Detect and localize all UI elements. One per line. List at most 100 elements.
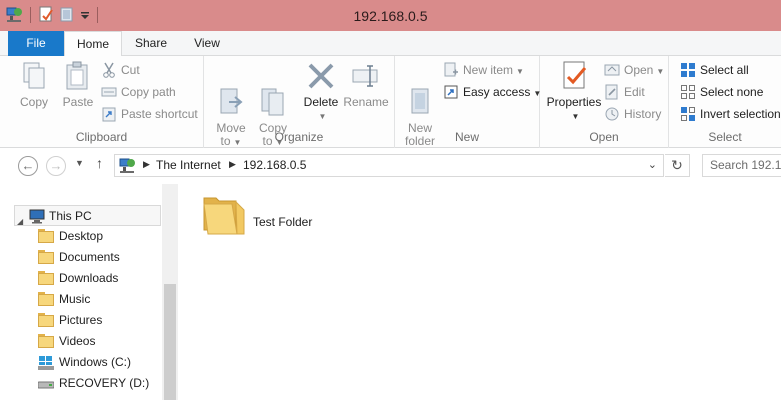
search-input[interactable]: Search 192.168.0.5 [702, 154, 781, 177]
tab-file[interactable]: File [8, 31, 64, 56]
ribbon-tabs: File Home Share View [0, 31, 781, 57]
nav-item-label: Downloads [59, 271, 119, 285]
cut-button[interactable]: Cut [101, 60, 140, 80]
copy-label: Copy [19, 95, 48, 109]
downloads-icon [38, 271, 54, 286]
history-label: History [624, 107, 662, 121]
title-bar: 192.168.0.5 [0, 0, 781, 31]
open-label: Open [624, 63, 654, 77]
videos-icon [38, 334, 54, 349]
windows-drive-icon [38, 355, 54, 370]
rename-button[interactable]: Rename [342, 60, 390, 109]
paste-icon [62, 60, 94, 92]
folder-icon [200, 190, 248, 238]
new-item-button[interactable]: New item ▼ [443, 60, 524, 80]
invert-selection-label: Invert selection [700, 107, 781, 121]
nav-item-label: Music [59, 292, 91, 306]
recent-locations-button[interactable]: ▼ [75, 158, 84, 168]
easy-access-icon [443, 84, 459, 100]
drive-icon [37, 376, 55, 391]
open-group-label: Open [589, 130, 619, 144]
folder-icon [38, 229, 54, 244]
new-folder-icon [404, 73, 436, 114]
properties-label: Properties [546, 95, 602, 109]
copy-button[interactable]: Copy [14, 60, 54, 109]
nav-item-label: Desktop [59, 229, 104, 243]
select-all-button[interactable]: Select all [680, 60, 749, 80]
tab-view[interactable]: View [181, 31, 233, 56]
file-list: Test Folder [180, 184, 781, 400]
delete-label: Delete [303, 95, 339, 109]
rename-icon [350, 60, 382, 92]
nav-pane-scrollbar-thumb[interactable] [164, 284, 176, 400]
copy-icon [18, 60, 50, 92]
easy-access-label: Easy access [463, 85, 531, 99]
computer-icon [29, 209, 45, 224]
open-icon [604, 62, 620, 78]
move-to-icon [215, 73, 247, 114]
tab-home[interactable]: Home [64, 31, 122, 57]
properties-button[interactable]: Properties ▼ [543, 60, 605, 123]
select-group: Select all Select none Invert selection … [669, 56, 781, 148]
expand-arrow-icon[interactable]: ◢ [17, 211, 23, 232]
scissors-icon [101, 62, 117, 78]
rename-label: Rename [343, 95, 389, 109]
window-title: 192.168.0.5 [353, 8, 428, 24]
edit-button[interactable]: Edit [604, 82, 645, 102]
breadcrumb-separator-icon[interactable]: ▶ [229, 159, 236, 170]
address-bar[interactable]: ▶ The Internet ▶ 192.168.0.5 ⌄ [114, 154, 664, 177]
clipboard-group-label: Clipboard [75, 130, 128, 144]
properties-icon [558, 60, 590, 92]
paste-button[interactable]: Paste [58, 60, 98, 109]
breadcrumb-separator-icon[interactable]: ▶ [143, 159, 150, 170]
invert-selection-icon [680, 106, 696, 122]
select-group-label: Select [708, 130, 742, 144]
copy-to-icon [257, 73, 289, 116]
clipboard-group: Copy Paste Cut Copy path Paste shortcut … [0, 56, 204, 148]
breadcrumb-current[interactable]: 192.168.0.5 [243, 158, 306, 172]
chevron-down-icon: ▼ [75, 158, 84, 168]
open-button[interactable]: Open ▼ [604, 60, 664, 80]
nav-item-this-pc[interactable]: ◢ This PC [14, 205, 161, 226]
nav-item-label: Pictures [59, 313, 103, 327]
pictures-icon [38, 313, 54, 328]
forward-button[interactable]: → [46, 156, 66, 176]
delete-button[interactable]: Delete ▼ [300, 60, 342, 123]
easy-access-button[interactable]: Easy access ▼ [443, 82, 541, 102]
up-button[interactable]: ↑ [96, 155, 103, 171]
copy-path-icon [101, 84, 117, 100]
history-button[interactable]: History [604, 104, 661, 124]
forward-arrow-icon: → [49, 158, 63, 173]
paste-shortcut-icon [101, 106, 117, 122]
select-none-label: Select none [700, 85, 764, 99]
nav-item-label: Videos [59, 334, 96, 348]
refresh-icon: ↻ [671, 157, 683, 173]
new-item-label: New item [463, 63, 514, 77]
select-all-label: Select all [700, 63, 749, 77]
copy-path-button[interactable]: Copy path [101, 82, 176, 102]
refresh-button[interactable]: ↻ [665, 154, 690, 177]
select-none-button[interactable]: Select none [680, 82, 763, 102]
nav-item-label: This PC [49, 209, 92, 223]
new-group: New folder New item ▼ Easy access ▼ New [395, 56, 541, 148]
back-arrow-icon: ← [21, 158, 35, 173]
paste-shortcut-button[interactable]: Paste shortcut [101, 104, 198, 124]
new-item-icon [443, 62, 459, 78]
address-dropdown-icon[interactable]: ⌄ [648, 158, 657, 171]
select-none-icon [680, 84, 696, 100]
network-location-icon [119, 157, 136, 174]
edit-label: Edit [624, 85, 645, 99]
edit-icon [604, 84, 620, 100]
history-icon [604, 106, 620, 122]
list-item[interactable]: Test Folder [200, 190, 340, 240]
nav-item-label: Documents [59, 250, 120, 264]
nav-item-label: Windows (C:) [59, 355, 132, 369]
music-icon [38, 292, 54, 307]
nav-item-label: RECOVERY (D:) [59, 376, 150, 390]
up-arrow-icon: ↑ [96, 155, 103, 171]
back-button[interactable]: ← [18, 156, 38, 176]
tab-share[interactable]: Share [125, 31, 177, 56]
breadcrumb-the-internet[interactable]: The Internet [156, 158, 221, 172]
invert-selection-button[interactable]: Invert selection [680, 104, 781, 124]
ribbon: Copy Paste Cut Copy path Paste shortcut … [0, 56, 781, 148]
